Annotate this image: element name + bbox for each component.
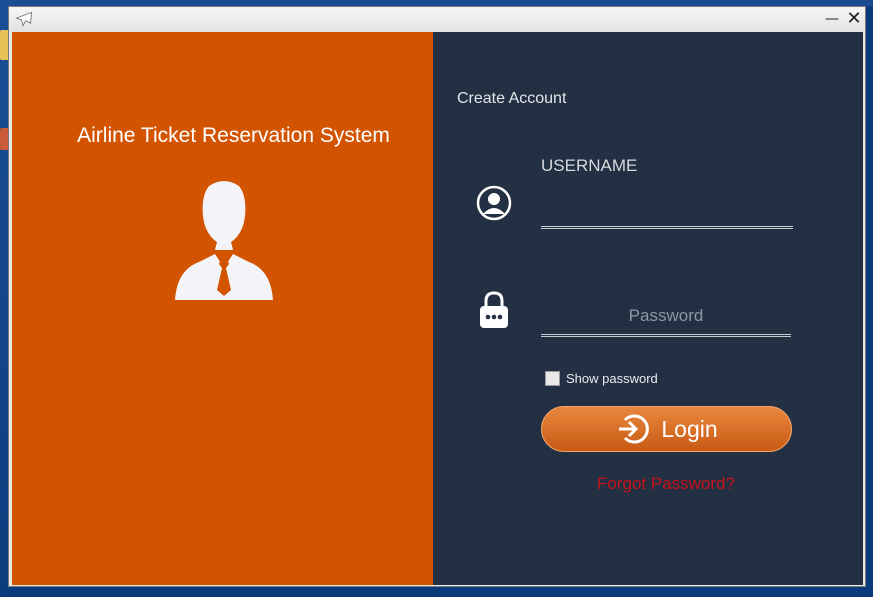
show-password-checkbox[interactable] [545,371,560,386]
businessman-avatar-icon [175,181,273,300]
branding-panel: Airline Ticket Reservation System [12,32,433,585]
forgot-password-link[interactable]: Forgot Password? [597,474,735,494]
username-input[interactable] [541,192,793,229]
title-bar[interactable]: — ✕ [9,7,865,32]
login-panel: Create Account USERNAME Show password Lo… [433,32,863,585]
username-label: USERNAME [541,156,638,175]
padlock-icon [480,291,508,328]
login-window: — ✕ Airline Ticket Reservation System Cr… [8,6,866,587]
airplane-icon [15,11,32,27]
show-password-label: Show password [566,371,658,386]
minimize-button[interactable]: — [821,9,843,29]
login-button[interactable]: Login [541,406,792,452]
password-input[interactable] [541,298,791,337]
app-title: Airline Ticket Reservation System [77,124,390,147]
close-button[interactable]: ✕ [843,9,865,29]
user-circle-icon [476,185,512,221]
show-password-toggle[interactable]: Show password [545,371,658,386]
create-account-link[interactable]: Create Account [457,90,566,108]
sign-in-arrow-icon [619,414,650,444]
login-button-label: Login [661,415,718,442]
